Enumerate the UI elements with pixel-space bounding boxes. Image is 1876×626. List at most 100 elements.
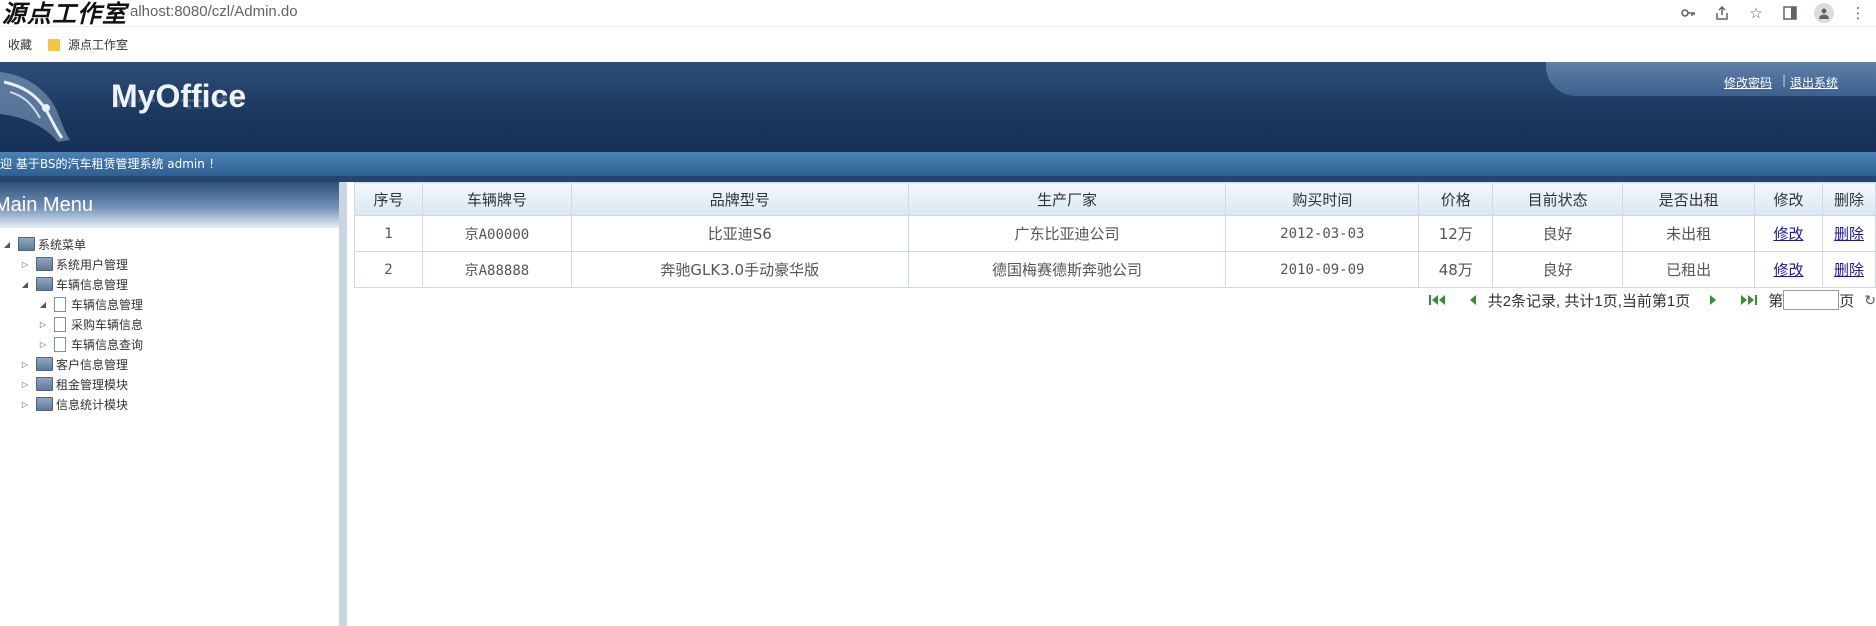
collapsed-arrow-icon[interactable]: ▷ (20, 259, 30, 269)
page-number-input[interactable] (1783, 290, 1840, 310)
pagination: 共2条记录, 共计1页,当前第1页 第 页 ↻ (1428, 288, 1876, 312)
first-page-icon[interactable] (1428, 294, 1448, 306)
prev-page-icon[interactable] (1468, 294, 1478, 306)
table-row: 2 京A88888 奔驰GLK3.0手动豪华版 德国梅赛德斯奔驰公司 2010-… (354, 251, 1876, 288)
tree-item-label: 租金管理模块 (56, 377, 129, 392)
next-page-icon[interactable] (1708, 294, 1718, 306)
folder-icon (36, 257, 53, 271)
tree-subitem-query[interactable]: ▷ 车辆信息查询 (0, 334, 339, 354)
browser-toolbar-icons: ☆ ⋮ (1678, 2, 1868, 24)
delete-link[interactable]: 删除 (1834, 261, 1864, 279)
page-suffix: 页 (1839, 292, 1855, 310)
document-icon (54, 296, 66, 312)
app-logo-reflection: MyOffice (111, 96, 247, 114)
collapsed-arrow-icon[interactable]: ▷ (20, 359, 30, 369)
logo-graphic-icon (0, 72, 70, 142)
tree-item-label: 系统用户管理 (56, 257, 129, 272)
logout-link[interactable]: 退出系统 (1790, 74, 1838, 91)
change-password-link[interactable]: 修改密码 (1724, 74, 1772, 91)
cell-edit: 修改 (1754, 215, 1823, 252)
cell-rented: 已租出 (1622, 251, 1756, 288)
cell-model: 奔驰GLK3.0手动豪华版 (570, 251, 909, 288)
edit-link[interactable]: 修改 (1774, 225, 1804, 243)
cell-edit: 修改 (1754, 251, 1823, 288)
page-prefix: 第 (1768, 292, 1784, 310)
bookmark-folder-label: 源点工作室 (68, 38, 129, 52)
tree-item-user-management[interactable]: ▷ 系统用户管理 (0, 254, 339, 274)
link-separator: | (1782, 73, 1787, 87)
col-header: 品牌型号 (570, 182, 909, 216)
col-header: 修改 (1754, 182, 1823, 216)
col-header: 删除 (1821, 182, 1876, 216)
col-header: 购买时间 (1225, 182, 1420, 216)
col-header: 车辆牌号 (421, 182, 572, 216)
share-icon[interactable] (1712, 3, 1732, 23)
tree-subitem-purchase[interactable]: ▷ 采购车辆信息 (0, 314, 339, 334)
last-page-icon[interactable] (1738, 294, 1758, 306)
go-page-icon[interactable]: ↻ (1864, 292, 1876, 309)
folder-icon (36, 357, 53, 371)
tree-subitem-label: 采购车辆信息 (71, 317, 144, 332)
cell-status: 良好 (1492, 215, 1624, 252)
cell-status: 良好 (1492, 251, 1624, 288)
bookmark-folder[interactable]: 源点工作室 (48, 36, 128, 53)
cell-plate: 京A00000 (421, 215, 572, 252)
vehicle-table: 序号 车辆牌号 品牌型号 生产厂家 购买时间 价格 目前状态 是否出租 修改 删… (354, 182, 1876, 288)
tree-subitem-label: 车辆信息查询 (71, 337, 144, 352)
key-icon[interactable] (1678, 3, 1698, 23)
url-text[interactable]: alhost:8080/czl/Admin.do (130, 3, 298, 20)
edit-link[interactable]: 修改 (1774, 261, 1804, 279)
header-links: 修改密码 | 退出系统 (1546, 62, 1876, 96)
collapsed-arrow-icon[interactable]: ▷ (20, 379, 30, 389)
tree-item-customer-management[interactable]: ▷ 客户信息管理 (0, 354, 339, 374)
expanded-arrow-icon[interactable]: ◢ (20, 279, 30, 289)
cell-maker: 广东比亚迪公司 (907, 215, 1227, 252)
document-icon (54, 316, 66, 332)
tree-item-statistics[interactable]: ▷ 信息统计模块 (0, 394, 339, 414)
collapsed-arrow-icon[interactable]: ▷ (38, 339, 48, 349)
cell-no: 2 (354, 251, 423, 288)
tree-root-label: 系统菜单 (38, 237, 87, 252)
main-content: 序号 车辆牌号 品牌型号 生产厂家 购买时间 价格 目前状态 是否出租 修改 删… (354, 182, 1876, 626)
tree-subitem-vehicle-info[interactable]: ◢ 车辆信息管理 (0, 294, 339, 314)
bookmark-favorites[interactable]: 收藏 (8, 36, 32, 53)
cell-price: 48万 (1418, 251, 1494, 288)
cell-model: 比亚迪S6 (570, 215, 909, 252)
folder-icon (36, 377, 53, 391)
tree-item-vehicle-management[interactable]: ◢ 车辆信息管理 (0, 274, 339, 294)
bookmarks-bar: 收藏 源点工作室 (0, 32, 1876, 58)
app-header: MyOffice MyOffice 修改密码 | 退出系统 (0, 62, 1876, 152)
watermark-text: 源点工作室 (2, 0, 127, 28)
collapsed-arrow-icon[interactable]: ▷ (38, 319, 48, 329)
delete-link[interactable]: 删除 (1834, 225, 1864, 243)
profile-avatar-icon[interactable] (1814, 3, 1834, 23)
welcome-bar: 迎 基于BS的汽车租赁管理系统 admin ！ (0, 152, 1876, 176)
col-header: 价格 (1418, 182, 1494, 216)
tree-item-label: 客户信息管理 (56, 357, 129, 372)
tree-item-label: 车辆信息管理 (56, 277, 129, 292)
expanded-arrow-icon[interactable]: ◢ (2, 239, 12, 249)
kebab-menu-icon[interactable]: ⋮ (1848, 3, 1868, 23)
table-header-row: 序号 车辆牌号 品牌型号 生产厂家 购买时间 价格 目前状态 是否出租 修改 删… (354, 182, 1876, 216)
folder-icon (36, 397, 53, 411)
sidebar: Main Menu ◢ 系统菜单 ▷ 系统用户管理 ◢ 车辆信息管理 ◢ 车辆信… (0, 182, 347, 626)
cell-date: 2010-09-09 (1225, 251, 1420, 288)
sidepanel-icon[interactable] (1780, 3, 1800, 23)
col-header: 是否出租 (1622, 182, 1756, 216)
cell-no: 1 (354, 215, 423, 252)
tree-root[interactable]: ◢ 系统菜单 (0, 234, 339, 254)
collapsed-arrow-icon[interactable]: ▷ (20, 399, 30, 409)
tree-item-label: 信息统计模块 (56, 397, 129, 412)
folder-icon (18, 237, 35, 251)
col-header: 生产厂家 (907, 182, 1227, 216)
expanded-arrow-icon[interactable]: ◢ (38, 299, 48, 309)
cell-price: 12万 (1418, 215, 1494, 252)
col-header: 序号 (354, 182, 423, 216)
star-icon[interactable]: ☆ (1746, 3, 1766, 23)
cell-rented: 未出租 (1622, 215, 1756, 252)
folder-icon (48, 38, 60, 51)
welcome-text: 迎 基于BS的汽车租赁管理系统 admin ！ (0, 157, 221, 171)
cell-delete: 删除 (1821, 215, 1876, 252)
tree-item-rent-management[interactable]: ▷ 租金管理模块 (0, 374, 339, 394)
page-jump: 第 页 (1768, 290, 1854, 311)
